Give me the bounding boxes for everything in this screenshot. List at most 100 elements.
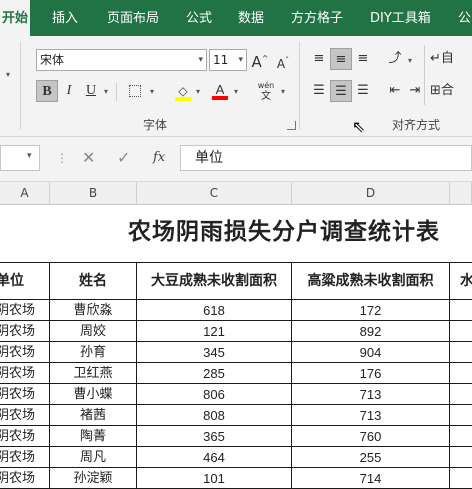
table-cell[interactable] [450,321,472,342]
table-cell[interactable]: 曹小蝶 [50,384,137,405]
font-dialog-launcher-icon[interactable] [287,121,296,130]
formula-input[interactable]: 单位 [180,145,472,171]
tab-home[interactable]: 开始 [0,0,30,36]
border-dropdown-icon[interactable]: ▾ [150,87,154,96]
orientation-dropdown-icon[interactable]: ▾ [408,56,412,65]
phonetic-dropdown-icon[interactable]: ▾ [281,87,285,96]
table-cell[interactable]: 713 [292,384,450,405]
table-cell[interactable]: 121 [137,321,292,342]
tab-fangfang[interactable]: 方方格子 [291,0,343,36]
enter-check-icon[interactable]: ✓ [117,148,130,167]
shrink-font-button[interactable]: Aˇ [272,50,294,72]
bold-button[interactable]: B [36,80,58,102]
align-bottom-button[interactable]: ≡ [352,48,374,70]
table-cell[interactable]: 周姣 [50,321,137,342]
align-left-button[interactable]: ☰ [308,80,330,102]
tab-formulas[interactable]: 公式 [186,0,212,36]
table-cell[interactable]: 101 [137,468,292,489]
column-header-d[interactable]: D [292,182,450,204]
phonetic-button[interactable]: wén 文 [255,80,277,102]
grow-font-button[interactable]: A^ [249,48,271,71]
fill-color-button[interactable]: ◇ [172,80,194,102]
italic-button[interactable]: I [58,80,80,102]
table-cell[interactable]: 周凡 [50,447,137,468]
tab-review[interactable]: 公 [458,0,471,36]
wrap-text-button[interactable]: ↵自 [430,48,470,70]
font-color-button[interactable]: A [209,79,231,101]
name-box-dropdown-icon[interactable]: ▾ [27,151,32,161]
table-cell[interactable]: 808 [137,405,292,426]
more-options-icon[interactable]: ⋮ [56,151,68,165]
align-middle-button[interactable]: ≡ [330,48,352,70]
table-cell[interactable]: 365 [137,426,292,447]
table-cell[interactable]: 曹欣淼 [50,300,137,321]
table-cell[interactable] [450,363,472,384]
font-name-box[interactable]: 宋体 ▾ [36,49,207,71]
table-cell[interactable]: 褚茜 [50,405,137,426]
table-cell[interactable]: 阴农场 [0,342,50,363]
tab-page-layout[interactable]: 页面布局 [107,0,159,36]
table-cell[interactable]: 阴农场 [0,447,50,468]
table-cell[interactable]: 892 [292,321,450,342]
column-header-a[interactable]: A [0,182,50,204]
insert-function-button[interactable]: fx [153,150,165,165]
fill-color-dropdown-icon[interactable]: ▾ [196,87,200,96]
header-cell[interactable]: 大豆成熟未收割面积 [137,263,292,300]
table-cell[interactable]: 285 [137,363,292,384]
table-cell[interactable]: 176 [292,363,450,384]
table-cell[interactable]: 孙淀颖 [50,468,137,489]
name-box[interactable] [0,145,40,171]
tab-diy-toolbox[interactable]: DIY工具箱 [370,0,431,36]
tab-insert[interactable]: 插入 [52,0,78,36]
table-cell[interactable] [450,405,472,426]
table-cell[interactable]: 陶菁 [50,426,137,447]
table-cell[interactable]: 阴农场 [0,300,50,321]
table-cell[interactable]: 孙育 [50,342,137,363]
border-button[interactable] [124,80,146,102]
align-right-button[interactable]: ☰ [352,80,374,102]
table-cell[interactable]: 阴农场 [0,321,50,342]
decrease-indent-button[interactable]: ⇤ [384,80,406,102]
align-center-button[interactable]: ☰ [330,80,352,102]
table-cell[interactable] [450,426,472,447]
font-size-box[interactable]: 11 ▾ [209,49,247,71]
table-cell[interactable]: 阴农场 [0,363,50,384]
column-header-b[interactable]: B [50,182,137,204]
table-cell[interactable]: 阴农场 [0,426,50,447]
table-cell[interactable]: 阴农场 [0,384,50,405]
header-cell[interactable]: 水 [450,263,472,300]
header-cell[interactable]: 高粱成熟未收割面积 [292,263,450,300]
header-cell[interactable]: 单位 [0,263,50,300]
table-cell[interactable] [450,384,472,405]
table-cell[interactable]: 172 [292,300,450,321]
underline-dropdown-icon[interactable]: ▾ [104,87,108,96]
table-cell[interactable] [450,342,472,363]
tab-data[interactable]: 数据 [238,0,264,36]
orientation-button[interactable]: ⤴ [384,48,406,70]
table-cell[interactable]: 255 [292,447,450,468]
underline-button[interactable]: U [80,80,102,102]
table-cell[interactable]: 714 [292,468,450,489]
clipboard-dropdown-icon[interactable]: ▾ [6,70,10,79]
table-cell[interactable]: 345 [137,342,292,363]
table-cell[interactable]: 904 [292,342,450,363]
font-color-dropdown-icon[interactable]: ▾ [234,87,238,96]
table-cell[interactable] [450,447,472,468]
table-cell[interactable]: 卫红燕 [50,363,137,384]
column-header-e[interactable] [450,182,472,204]
table-cell[interactable]: 713 [292,405,450,426]
table-cell[interactable] [450,300,472,321]
table-cell[interactable]: 阴农场 [0,468,50,489]
sheet-title[interactable]: 农场阴雨损失分户调查统计表 [128,212,440,246]
table-cell[interactable]: 806 [137,384,292,405]
merge-center-button[interactable]: ⊞合 [430,80,470,102]
increase-indent-button[interactable]: ⇥ [404,80,426,102]
header-cell[interactable]: 姓名 [50,263,137,300]
table-cell[interactable]: 760 [292,426,450,447]
cancel-icon[interactable]: ✕ [82,148,95,167]
table-cell[interactable]: 阴农场 [0,405,50,426]
table-cell[interactable]: 464 [137,447,292,468]
align-top-button[interactable]: ≡ [308,48,330,70]
table-cell[interactable]: 618 [137,300,292,321]
table-cell[interactable] [450,468,472,489]
